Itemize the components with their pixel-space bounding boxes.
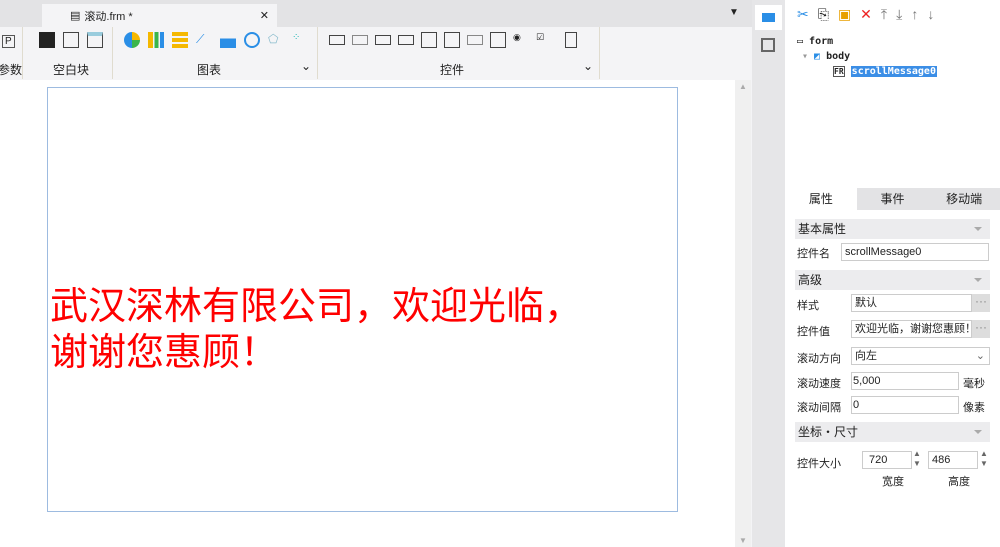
style-more-button[interactable]: ··· — [972, 294, 990, 312]
group-params: P 参数 — [0, 27, 23, 79]
area-chart-icon[interactable] — [220, 32, 236, 48]
param-icon[interactable]: P — [2, 35, 15, 48]
tab-bar: ⊞ ▤ 滚动.frm * ✕ ▼ — [0, 0, 752, 27]
tab-events[interactable]: 事件 — [857, 188, 929, 210]
gap-input[interactable]: 0 — [851, 396, 959, 414]
width-caption: 宽度 — [882, 476, 904, 488]
ribbon: P 参数 空白块 ⟋ ⬠ ⁘ 图表 ⌄ ◉ ☑ 控件 ⌄ — [0, 27, 752, 79]
size-label: 控件大小 — [797, 458, 841, 470]
gap-unit: 像素 — [963, 402, 985, 414]
fr-icon: FR — [833, 66, 845, 77]
tree-label: form — [809, 36, 834, 47]
tree-node-scrollmessage[interactable]: FR scrollMessage0 — [833, 66, 937, 77]
textarea-icon[interactable] — [490, 32, 506, 48]
move-up-icon[interactable]: ↑ — [911, 6, 918, 23]
widget-expand-icon[interactable]: ⌄ — [583, 59, 593, 73]
direction-select[interactable]: 向左 ⌄ — [851, 347, 990, 365]
value-input[interactable]: 欢迎光临，谢谢您惠顾！ — [851, 320, 972, 338]
chevron-down-icon: ⌄ — [975, 350, 985, 362]
hbar-chart-icon[interactable] — [172, 32, 188, 48]
date-icon[interactable] — [421, 32, 437, 48]
direction-label: 滚动方向 — [797, 353, 841, 365]
form-icon: ▭ — [797, 36, 810, 47]
pie-chart-icon[interactable] — [124, 32, 140, 48]
value-more-button[interactable]: ··· — [972, 320, 990, 338]
scatter-chart-icon[interactable]: ⁘ — [292, 32, 308, 48]
height-spinner[interactable]: ▲ ▼ — [980, 449, 988, 469]
gauge-chart-icon[interactable] — [244, 32, 260, 48]
height-input[interactable]: 486 — [928, 451, 978, 469]
tree-label: body — [826, 51, 851, 62]
tab-mobile[interactable]: 移动端 — [928, 188, 1000, 210]
height-caption: 高度 — [948, 476, 970, 488]
group-label: 图表 — [197, 63, 222, 77]
form-file-icon: ▤ — [70, 10, 81, 22]
tab-block-icon[interactable] — [63, 32, 79, 48]
move-bottom-icon[interactable]: ⤓ — [896, 6, 902, 23]
name-label: 控件名 — [797, 248, 830, 260]
group-widgets: ◉ ☑ 控件 ⌄ — [318, 27, 600, 79]
tab-properties[interactable]: 属性 — [785, 188, 857, 210]
number-icon[interactable] — [467, 35, 483, 45]
tree-node-body[interactable]: ▾ ◩ body — [802, 51, 850, 62]
layout-icon[interactable] — [761, 38, 775, 52]
chart-expand-icon[interactable]: ⌄ — [301, 59, 311, 73]
expand-icon[interactable]: ▾ — [802, 51, 814, 62]
side-toolbar — [752, 0, 785, 547]
group-label: 空白块 — [53, 63, 90, 77]
gap-label: 滚动间隔 — [797, 402, 841, 414]
bar-chart-icon[interactable] — [148, 32, 164, 48]
tab-menu-icon[interactable]: ▼ — [729, 7, 739, 18]
group-label: 控件 — [440, 63, 465, 77]
section-coord-size[interactable]: 坐标・尺寸 — [795, 422, 990, 442]
scroll-message-widget[interactable]: 武汉深林有限公司，欢迎光临，谢谢您惠顾！ — [50, 283, 610, 375]
tree-node-form[interactable]: ▭ form — [797, 36, 833, 47]
body-icon: ◩ — [814, 51, 827, 62]
group-chart: ⟋ ⬠ ⁘ 图表 ⌄ — [113, 27, 318, 79]
direction-value: 向左 — [855, 350, 877, 362]
tree-toolbar: ✂ ⎘ ▣ ✕ ⤒ ⤓ ↑ ↓ — [797, 6, 934, 23]
widget-settings-button[interactable] — [755, 5, 782, 30]
textbox-icon[interactable] — [329, 35, 345, 45]
combobox-icon[interactable] — [398, 35, 414, 45]
absolute-block-icon[interactable] — [39, 32, 55, 48]
delete-icon[interactable]: ✕ — [860, 6, 872, 23]
style-input[interactable]: 默认 — [851, 294, 972, 312]
value-label: 控件值 — [797, 326, 830, 338]
button-icon[interactable] — [375, 35, 391, 45]
speed-input[interactable]: 5,000 — [851, 372, 959, 390]
speed-unit: 毫秒 — [963, 378, 985, 390]
move-down-icon[interactable]: ↓ — [927, 6, 934, 23]
calendar-icon[interactable] — [444, 32, 460, 48]
move-top-icon[interactable]: ⤒ — [881, 6, 887, 23]
vertical-scrollbar[interactable]: ▲ ▼ — [735, 80, 751, 547]
cut-icon[interactable]: ✂ — [797, 6, 809, 23]
name-input[interactable]: scrollMessage0 — [841, 243, 989, 261]
section-advanced[interactable]: 高级 — [795, 270, 990, 290]
close-tab-icon[interactable]: ✕ — [260, 9, 269, 22]
radio-group-icon[interactable]: ◉ — [513, 32, 529, 48]
section-basic[interactable]: 基本属性 — [795, 219, 990, 239]
tab-scroll-frm[interactable]: ▤ 滚动.frm * ✕ — [42, 4, 277, 27]
property-tabs: 属性 事件 移动端 — [785, 188, 1000, 210]
form-body[interactable]: 武汉深林有限公司，欢迎光临，谢谢您惠顾！ — [47, 87, 678, 512]
speed-label: 滚动速度 — [797, 378, 841, 390]
group-label: 参数 — [0, 63, 23, 77]
preview-icon[interactable] — [565, 32, 577, 48]
copy-icon[interactable]: ⎘ — [818, 6, 829, 23]
paste-icon[interactable]: ▣ — [838, 6, 851, 23]
width-input[interactable]: 720 — [862, 451, 912, 469]
group-blank: 空白块 — [23, 27, 113, 79]
style-label: 样式 — [797, 300, 819, 312]
line-chart-icon[interactable]: ⟋ — [196, 32, 212, 48]
tree-label: scrollMessage0 — [850, 66, 937, 77]
tab-label: 滚动.frm * — [84, 10, 133, 23]
checkbox-group-icon[interactable]: ☑ — [536, 32, 552, 48]
report-block-icon[interactable] — [87, 32, 103, 48]
width-spinner[interactable]: ▲ ▼ — [913, 449, 921, 469]
label-icon[interactable] — [352, 35, 368, 45]
radar-chart-icon[interactable]: ⬠ — [268, 32, 284, 48]
